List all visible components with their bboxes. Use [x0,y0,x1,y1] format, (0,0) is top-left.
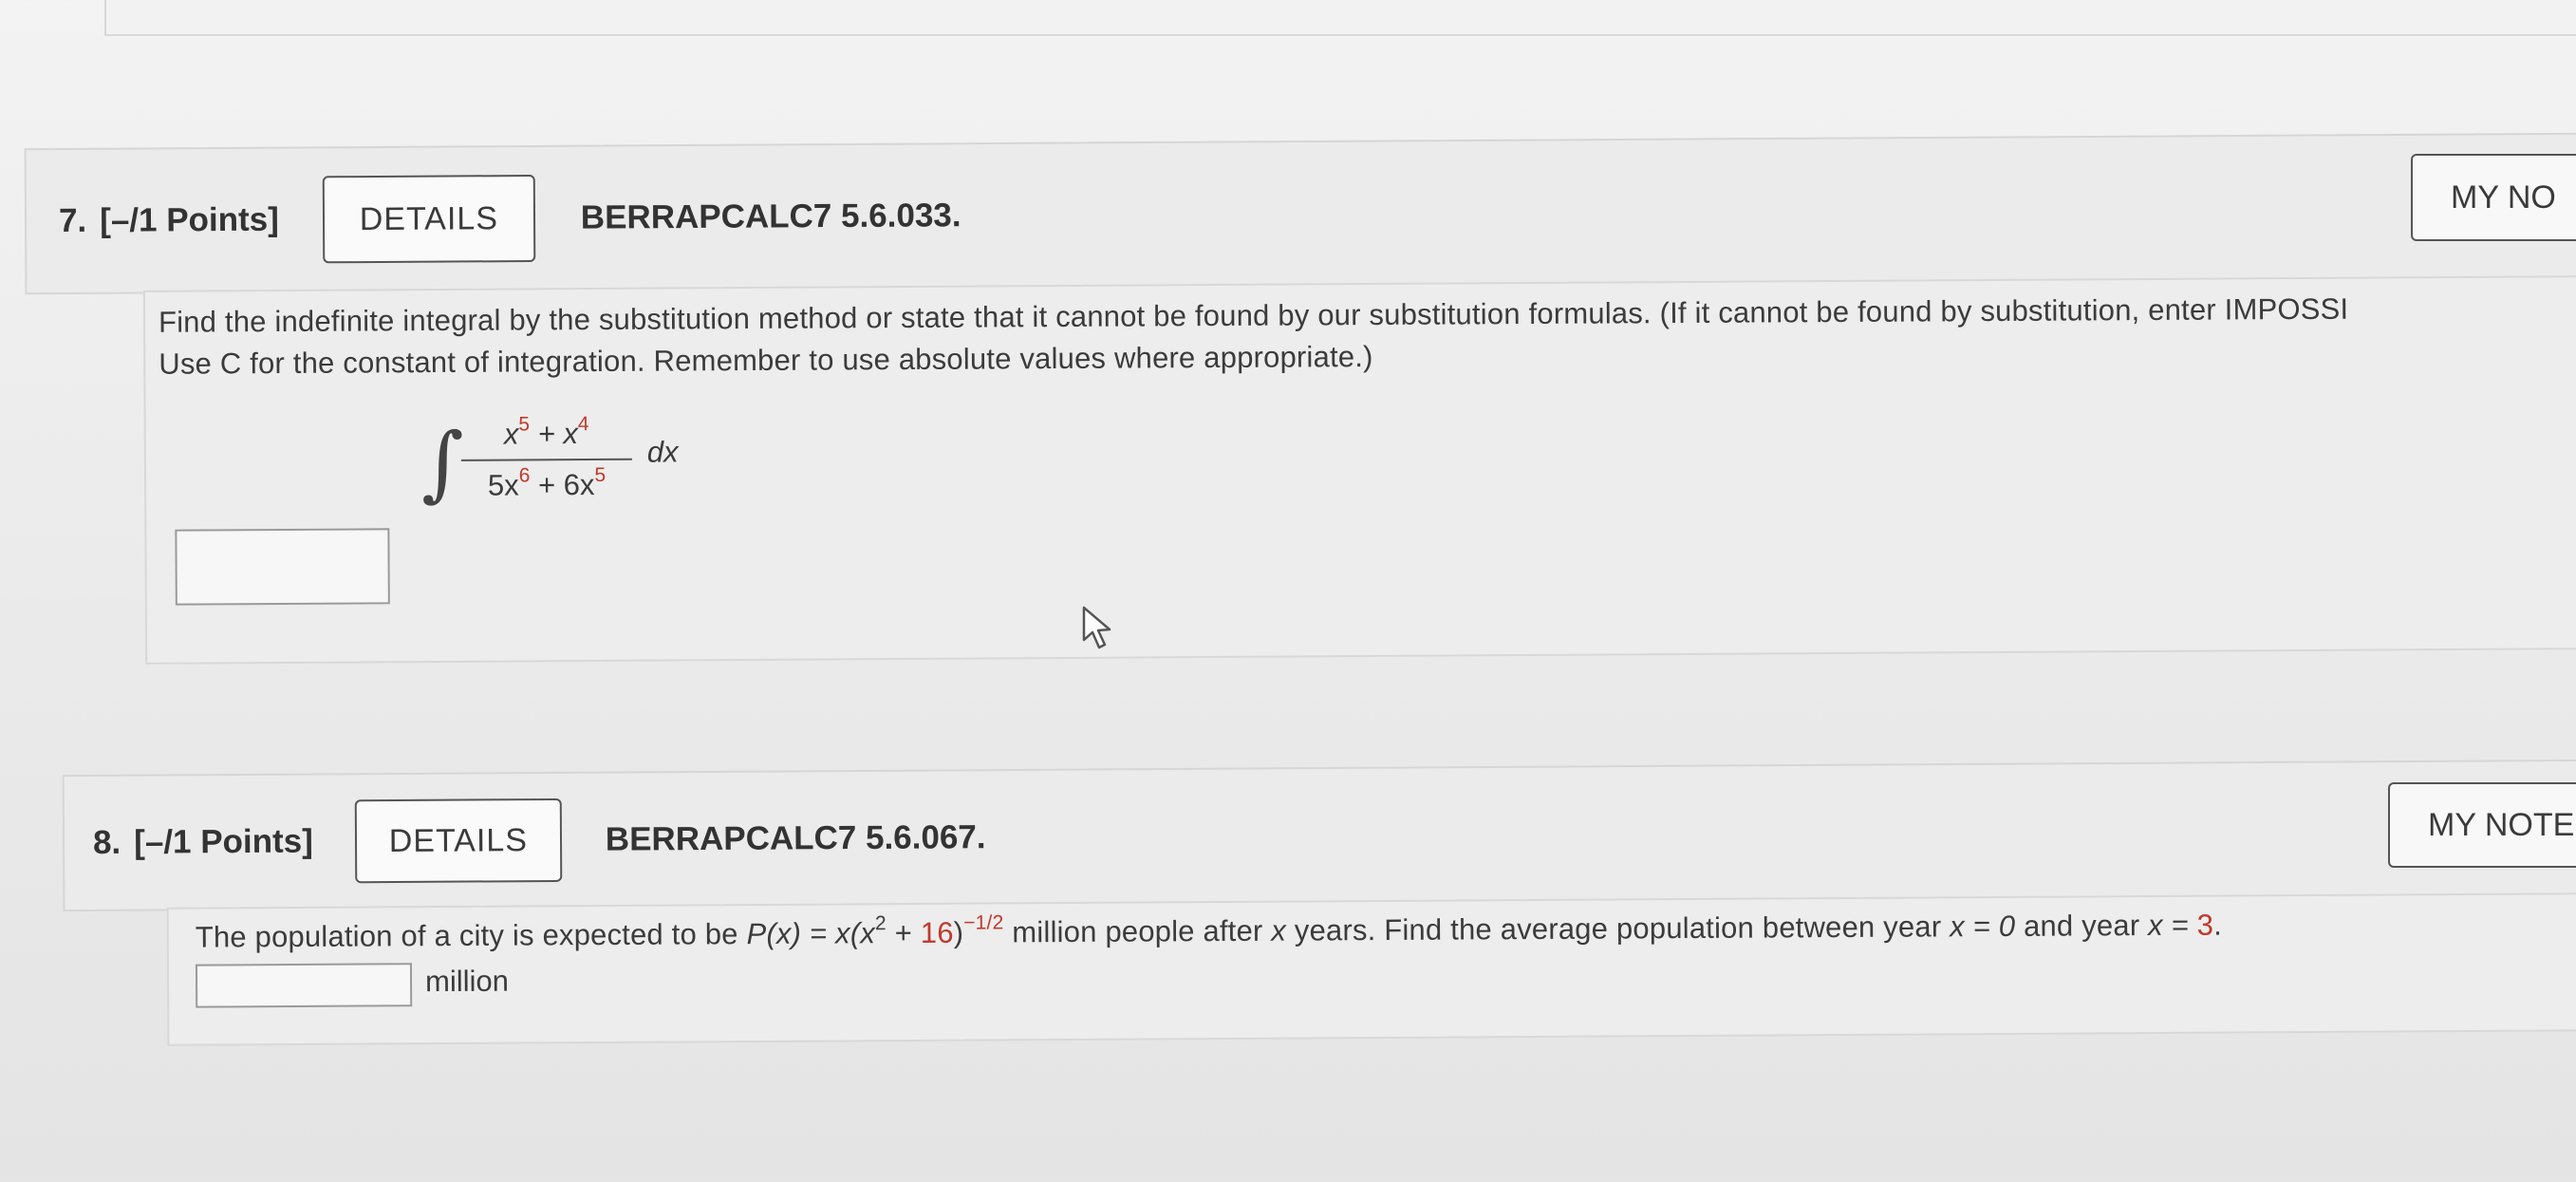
question-8-prompt: The population of a city is expected to … [195,908,2223,954]
question-points: [–/1 Points] [134,822,313,861]
question-number: 7. [58,201,87,240]
details-button[interactable]: DETAILS [354,797,563,884]
question-points: [–/1 Points] [100,200,279,239]
question-7-body: Find the indefinite integral by the subs… [142,275,2576,665]
unit-label: million [424,964,510,999]
instructions-line-2: Use C for the constant of integration. R… [159,339,1373,381]
fraction-bar [460,458,632,461]
exponent-value: −1/2 [963,911,1004,934]
answer-input[interactable] [175,528,390,606]
my-notes-button[interactable]: MY NOTE [2388,782,2576,868]
integral-sign: ∫ [420,415,465,512]
previous-question-card [104,0,2576,36]
question-code: BERRAPCALC7 5.6.033. [580,197,961,236]
population-function: P(x) = x(x [746,916,876,951]
integral-expression: ∫ x5 + x4 5x6 + 6x5 dx [421,410,707,516]
arrow-cursor-icon [1082,606,1111,649]
integrand-denominator: 5x6 + 6x5 [487,463,607,502]
my-notes-button[interactable]: MY NO [2411,154,2576,241]
question-7-header: 7. [–/1 Points] DETAILS BERRAPCALC7 5.6.… [24,132,2576,295]
constant-value: 16 [920,915,954,949]
end-year-value: 3 [2196,908,2214,942]
answer-input[interactable] [195,963,413,1008]
details-button[interactable]: DETAILS [322,174,536,264]
differential: dx [646,435,679,469]
question-8-body: The population of a city is expected to … [166,892,2576,1046]
integrand-fraction: x5 + x4 5x6 + 6x5 [460,413,633,503]
question-8-header: 8. [–/1 Points] DETAILS BERRAPCALC7 5.6.… [62,759,2576,912]
question-code: BERRAPCALC7 5.6.067. [605,818,986,858]
instructions-line-1: Find the indefinite integral by the subs… [158,291,2349,339]
question-number: 8. [92,823,121,861]
integrand-numerator: x5 + x4 [503,413,589,451]
